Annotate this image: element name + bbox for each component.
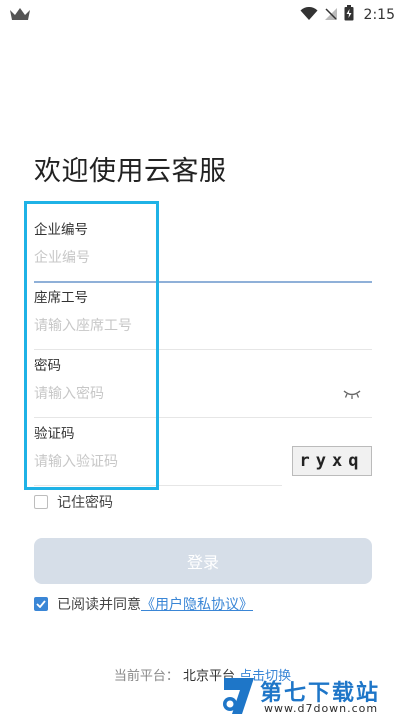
login-button[interactable]: 登录 [34, 538, 372, 584]
status-icons: 2:15 [300, 4, 395, 26]
status-time: 2:15 [363, 7, 395, 23]
signal-off-icon [324, 6, 338, 25]
watermark-logo-icon [220, 674, 258, 720]
captcha-image[interactable]: ryxq [292, 446, 372, 476]
company-number-underline [34, 281, 372, 283]
watermark-url: www.d7down.com [264, 702, 379, 715]
password-underline [34, 417, 372, 418]
password-field: 密码 [34, 354, 372, 420]
agreement-text: 已阅读并同意 [57, 597, 141, 613]
password-label: 密码 [34, 358, 61, 374]
company-number-label: 企业编号 [34, 222, 88, 238]
platform-label: 当前平台： [113, 669, 179, 684]
captcha-input[interactable] [34, 450, 254, 474]
company-number-input[interactable] [34, 246, 334, 270]
captcha-field: 验证码 ryxq [34, 422, 372, 488]
remember-password-checkbox[interactable] [34, 495, 48, 509]
seat-number-underline [34, 349, 372, 350]
crown-icon [9, 6, 31, 26]
eye-closed-icon[interactable] [342, 385, 362, 404]
agreement: 已阅读并同意 《用户隐私协议》 [34, 594, 253, 614]
watermark: 第七下载站 www.d7down.com [210, 670, 405, 720]
password-input[interactable] [34, 382, 334, 406]
battery-icon [344, 5, 354, 25]
privacy-policy-link[interactable]: 《用户隐私协议》 [141, 594, 253, 614]
seat-number-label: 座席工号 [34, 290, 88, 306]
remember-password[interactable]: 记住密码 [34, 492, 113, 512]
wifi-icon [300, 6, 318, 25]
company-number-field: 企业编号 [34, 218, 372, 284]
status-bar: 2:15 [0, 0, 405, 30]
seat-number-field: 座席工号 [34, 286, 372, 352]
captcha-label: 验证码 [34, 426, 75, 442]
seat-number-input[interactable] [34, 314, 334, 338]
agreement-checkbox[interactable] [34, 597, 48, 611]
captcha-underline [34, 485, 282, 486]
page-title: 欢迎使用云客服 [34, 156, 227, 187]
remember-password-label: 记住密码 [57, 495, 113, 511]
